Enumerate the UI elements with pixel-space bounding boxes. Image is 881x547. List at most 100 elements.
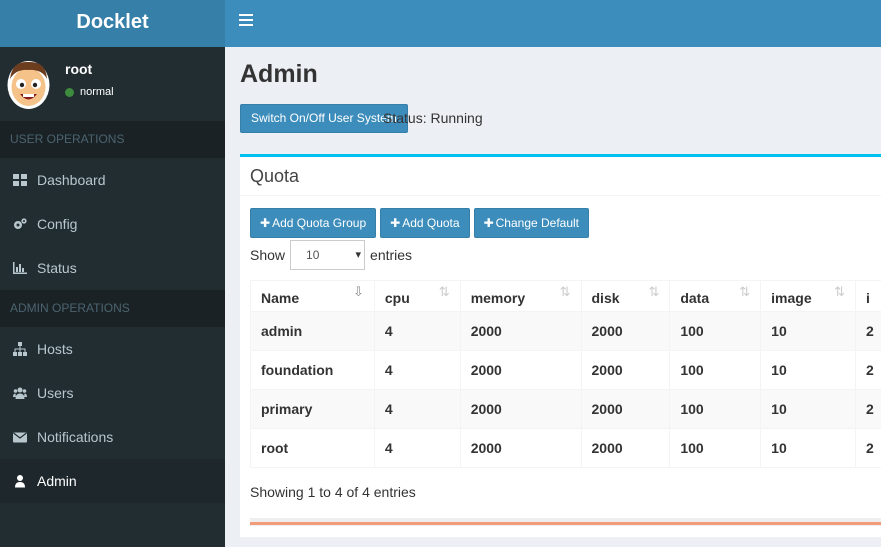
table-cell: foundation (250, 350, 375, 390)
column-label: image (771, 290, 812, 306)
plus-icon: ✚ (390, 216, 401, 230)
quota-box: Quota ✚ Add Quota Group ✚ Add Quota ✚ Chang… (240, 154, 881, 537)
table-cell: 10 (760, 428, 857, 468)
sidebar-item-notifications[interactable]: Notifications (0, 415, 225, 459)
column-label: Name (261, 290, 300, 306)
user-status: normal (65, 86, 114, 98)
table-cell: 2 (855, 428, 881, 468)
sitemap-icon (12, 341, 28, 357)
admin-operations-header: ADMIN OPERATIONS (0, 290, 225, 327)
menu-toggle-icon[interactable] (239, 14, 253, 28)
table-cell: 4 (373, 389, 461, 429)
column-header-disk[interactable]: disk ⇅ (580, 280, 671, 312)
sidebar-item-status[interactable]: Status (0, 246, 225, 290)
table-info: Showing 1 to 4 of 4 entries (250, 484, 416, 500)
add-quota-label: Add Quota (402, 216, 460, 230)
column-label: disk (591, 290, 620, 306)
table-cell: 2000 (580, 428, 671, 468)
column-label: memory (470, 290, 526, 306)
table-cell: 10 (760, 389, 857, 429)
table-cell: 2 (855, 311, 881, 351)
sort-icon: ⇅ (648, 284, 660, 299)
quota-box-title: Quota (240, 157, 881, 196)
table-cell: 4 (373, 350, 461, 390)
table-cell: 2 (855, 350, 881, 390)
table-row: primary 4 2000 2000 100 10 2 (250, 389, 881, 429)
table-cell: 10 (760, 311, 857, 351)
table-cell: primary (250, 389, 375, 429)
table-header-row: Name ⇩ cpu ⇅ memory ⇅ disk ⇅ data ⇅ image ⇅ i (250, 280, 881, 312)
envelope-icon (12, 429, 28, 445)
table-cell: 2000 (580, 311, 671, 351)
sort-icon: ⇅ (438, 284, 450, 299)
top-navbar (225, 0, 881, 47)
add-quota-group-button[interactable]: ✚ Add Quota Group (250, 208, 377, 238)
table-cell: 100 (669, 350, 762, 390)
sort-icon: ⇅ (739, 284, 751, 299)
table-cell: 2000 (459, 428, 582, 468)
sidebar-item-label: Config (37, 216, 78, 232)
table-cell: 100 (669, 311, 762, 351)
add-quota-group-label: Add Quota Group (272, 216, 367, 230)
quota-table: Name ⇩ cpu ⇅ memory ⇅ disk ⇅ data ⇅ image ⇅ i … (250, 280, 881, 468)
table-cell: 2000 (580, 350, 671, 390)
table-cell: 2 (855, 389, 881, 429)
table-row: admin 4 2000 2000 100 10 2 (250, 311, 881, 351)
sidebar: root normal USER OPERATIONS Dashboard Co… (0, 47, 225, 547)
column-header-memory[interactable]: memory ⇅ (459, 280, 582, 312)
show-label: Show (250, 247, 286, 263)
horizontal-scrollbar[interactable] (250, 518, 881, 526)
sidebar-item-label: Users (37, 385, 74, 401)
bar-chart-icon (12, 260, 28, 276)
sidebar-item-label: Hosts (37, 341, 73, 357)
table-cell: 10 (760, 350, 857, 390)
plus-icon: ✚ (260, 216, 271, 230)
table-cell: 100 (669, 389, 762, 429)
sort-asc-icon: ⇩ (352, 284, 364, 299)
user-name: root (65, 61, 93, 77)
user-panel: root normal (0, 47, 225, 121)
table-row: root 4 2000 2000 100 10 2 (250, 428, 881, 468)
table-cell: 2000 (459, 311, 582, 351)
quota-actions: ✚ Add Quota Group ✚ Add Quota ✚ Change Defa… (250, 208, 590, 238)
sidebar-item-dashboard[interactable]: Dashboard (0, 158, 225, 202)
column-header-i[interactable]: i (855, 280, 881, 312)
table-row: foundation 4 2000 2000 100 10 2 (250, 350, 881, 390)
column-header-data[interactable]: data ⇅ (669, 280, 762, 312)
sidebar-item-users[interactable]: Users (0, 371, 225, 415)
sidebar-item-hosts[interactable]: Hosts (0, 327, 225, 371)
column-header-cpu[interactable]: cpu ⇅ (373, 280, 461, 312)
sidebar-item-admin[interactable]: Admin (0, 459, 225, 503)
page-size-select[interactable]: 10 (290, 240, 366, 270)
page-size-control: Show 10 entries (250, 240, 412, 270)
users-icon (12, 385, 28, 401)
user-status-label: normal (80, 86, 114, 98)
table-cell: 100 (669, 428, 762, 468)
system-status-text: Status: Running (383, 110, 483, 126)
table-cell: 4 (373, 428, 461, 468)
main-content: Admin Switch On/Off User System Status: … (225, 47, 881, 547)
entries-label: entries (370, 247, 413, 263)
column-label: i (866, 290, 870, 306)
column-header-name[interactable]: Name ⇩ (250, 280, 375, 312)
page-title: Admin (240, 60, 318, 88)
table-cell: 4 (373, 311, 461, 351)
change-default-label: Change Default (495, 216, 580, 230)
add-quota-button[interactable]: ✚ Add Quota (380, 208, 470, 238)
column-label: cpu (384, 290, 410, 306)
plus-icon: ✚ (483, 216, 494, 230)
sidebar-item-label: Admin (37, 473, 77, 489)
column-header-image[interactable]: image ⇅ (760, 280, 857, 312)
table-cell: 2000 (580, 389, 671, 429)
cogs-icon (12, 216, 28, 232)
sidebar-item-label: Dashboard (37, 172, 106, 188)
sidebar-item-label: Notifications (37, 429, 114, 445)
app-logo[interactable]: Docklet (0, 0, 225, 47)
status-dot-icon (65, 87, 74, 97)
user-avatar (7, 61, 50, 109)
change-default-button[interactable]: ✚ Change Default (473, 208, 590, 238)
user-icon (12, 473, 28, 489)
column-label: data (680, 290, 710, 306)
sidebar-item-config[interactable]: Config (0, 202, 225, 246)
dashboard-icon (12, 172, 28, 188)
